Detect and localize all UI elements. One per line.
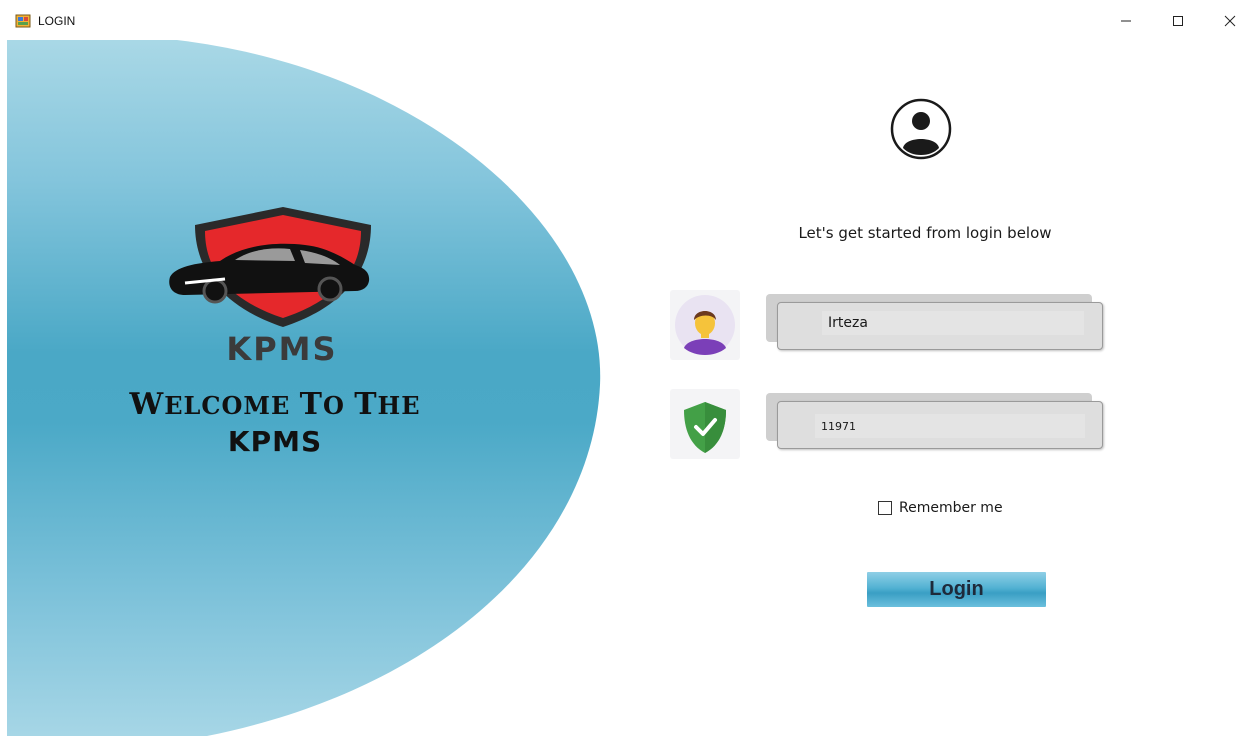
login-tagline: Let's get started from login below	[798, 224, 1052, 242]
car-shield-logo	[169, 207, 371, 327]
green-shield-check-icon	[684, 402, 726, 453]
minimize-button[interactable]	[1103, 6, 1149, 36]
remember-me-checkbox[interactable]: Remember me	[878, 500, 1003, 516]
login-button[interactable]: Login	[867, 572, 1046, 607]
app-icon	[15, 14, 31, 28]
close-icon	[1224, 15, 1236, 27]
maximize-icon	[1173, 16, 1183, 26]
minimize-icon	[1121, 20, 1131, 22]
person-avatar-icon	[675, 295, 735, 355]
welcome-heading: WELCOME TO THE	[129, 387, 421, 422]
welcome-panel: KPMS WELCOME TO THE KPMS	[7, 40, 607, 736]
maximize-button[interactable]	[1155, 6, 1201, 36]
password-icon-box	[670, 389, 740, 459]
username-icon-box	[670, 290, 740, 360]
brand-name: KPMS	[226, 330, 338, 368]
close-button[interactable]	[1207, 6, 1253, 36]
user-circle-icon	[890, 98, 952, 160]
username-input[interactable]	[822, 311, 1084, 335]
window-title: LOGIN	[38, 14, 76, 28]
password-input[interactable]	[815, 414, 1085, 438]
remember-me-label: Remember me	[899, 500, 1003, 516]
welcome-subheading: KPMS	[227, 425, 323, 458]
title-bar: LOGIN	[0, 0, 1253, 40]
checkbox-box[interactable]	[878, 501, 892, 515]
